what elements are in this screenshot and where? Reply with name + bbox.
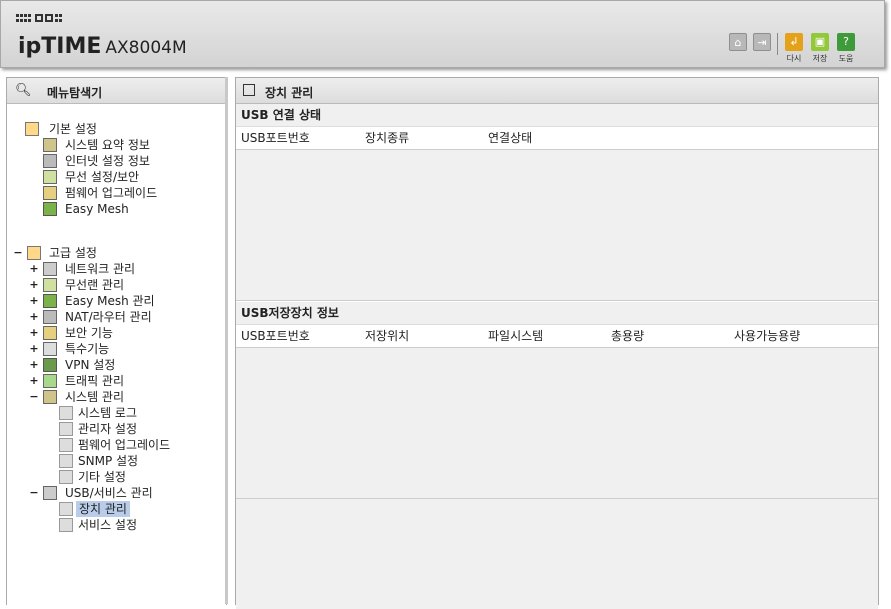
mesh-icon <box>43 294 57 308</box>
expand-icon[interactable]: + <box>29 293 39 309</box>
upgrade-icon <box>43 186 57 200</box>
usb-storage-title: USB저장장치 정보 <box>236 302 878 325</box>
search-icon: 🔍︎ <box>15 83 32 98</box>
refresh-icon: ↲ <box>785 33 803 51</box>
monitor-icon <box>43 154 57 168</box>
brand-logo: ipTIME AX8004M <box>18 34 187 59</box>
usb-storage-header-row: USB포트번호 저장위치 파일시스템 총용량 사용가능용량 <box>236 325 878 348</box>
column-header: 총용량 <box>611 329 645 343</box>
page-icon <box>59 470 73 484</box>
page-icon <box>59 406 73 420</box>
expand-icon[interactable]: + <box>29 373 39 389</box>
content-panel: 장치 관리 USB 연결 상태 USB포트번호 장치종류 연결상태 USB저장장… <box>235 77 879 609</box>
logout-icon[interactable]: ⇥ <box>753 33 771 51</box>
chart-icon <box>43 390 57 404</box>
window-icon <box>243 84 255 96</box>
expand-icon[interactable]: + <box>29 309 39 325</box>
help-icon: ? <box>837 33 855 51</box>
column-header: 파일시스템 <box>488 329 544 343</box>
expand-icon[interactable]: + <box>29 261 39 277</box>
home-icon[interactable]: ⌂ <box>729 33 747 51</box>
lock-icon <box>43 326 57 340</box>
usb-status-title: USB 연결 상태 <box>236 104 878 127</box>
column-header: 저장위치 <box>365 329 410 343</box>
help-button[interactable]: ? 도움 <box>836 33 856 64</box>
usb-status-list <box>236 150 878 301</box>
model-name: AX8004M <box>105 38 187 58</box>
page-icon <box>59 518 73 532</box>
column-header: 장치종류 <box>365 131 410 145</box>
collapse-icon[interactable]: − <box>13 245 23 261</box>
menu-explorer-header: 🔍︎ 메뉴탐색기 <box>7 78 226 104</box>
collapse-icon[interactable]: − <box>29 485 39 501</box>
menu-explorer-panel: 🔍︎ 메뉴탐색기 기본 설정 시스템 요약 정보 인터넷 설정 정보 무선 설정… <box>6 77 227 605</box>
refresh-button[interactable]: ↲ 다시 <box>784 33 804 64</box>
network-icon <box>43 262 57 276</box>
column-header: USB포트번호 <box>241 131 310 145</box>
folder-icon <box>27 246 41 260</box>
page-icon <box>59 438 73 452</box>
wifi-icon <box>43 278 57 292</box>
column-header: USB포트번호 <box>241 329 310 343</box>
router-icon <box>43 310 57 324</box>
expand-icon[interactable]: + <box>29 357 39 373</box>
column-header: 사용가능용량 <box>734 329 801 343</box>
usb-storage-list <box>236 348 878 499</box>
usb-status-header-row: USB포트번호 장치종류 연결상태 <box>236 127 878 150</box>
expand-icon[interactable]: + <box>29 277 39 293</box>
vpn-icon <box>43 358 57 372</box>
save-button[interactable]: ▣ 저장 <box>810 33 830 64</box>
logo-dots <box>16 14 62 22</box>
mesh-icon <box>43 202 57 216</box>
expand-icon[interactable]: + <box>29 341 39 357</box>
expand-icon[interactable]: + <box>29 325 39 341</box>
folder-icon <box>25 122 39 136</box>
top-header: ipTIME AX8004M ⌂ ⇥ ↲ 다시 ▣ 저장 ? 도움 <box>0 0 885 68</box>
content-header: 장치 관리 <box>236 78 878 104</box>
page-icon <box>59 422 73 436</box>
save-icon: ▣ <box>811 33 829 51</box>
wifi-icon <box>43 170 57 184</box>
column-header: 연결상태 <box>488 131 533 145</box>
menu-explorer-title: 메뉴탐색기 <box>47 86 103 100</box>
collapse-icon[interactable]: − <box>29 389 39 405</box>
traffic-icon <box>43 374 57 388</box>
usb-icon <box>43 486 57 500</box>
page-icon <box>59 502 73 516</box>
special-icon <box>43 342 57 356</box>
page-icon <box>59 454 73 468</box>
page-title: 장치 관리 <box>265 86 314 100</box>
chart-icon <box>43 138 57 152</box>
